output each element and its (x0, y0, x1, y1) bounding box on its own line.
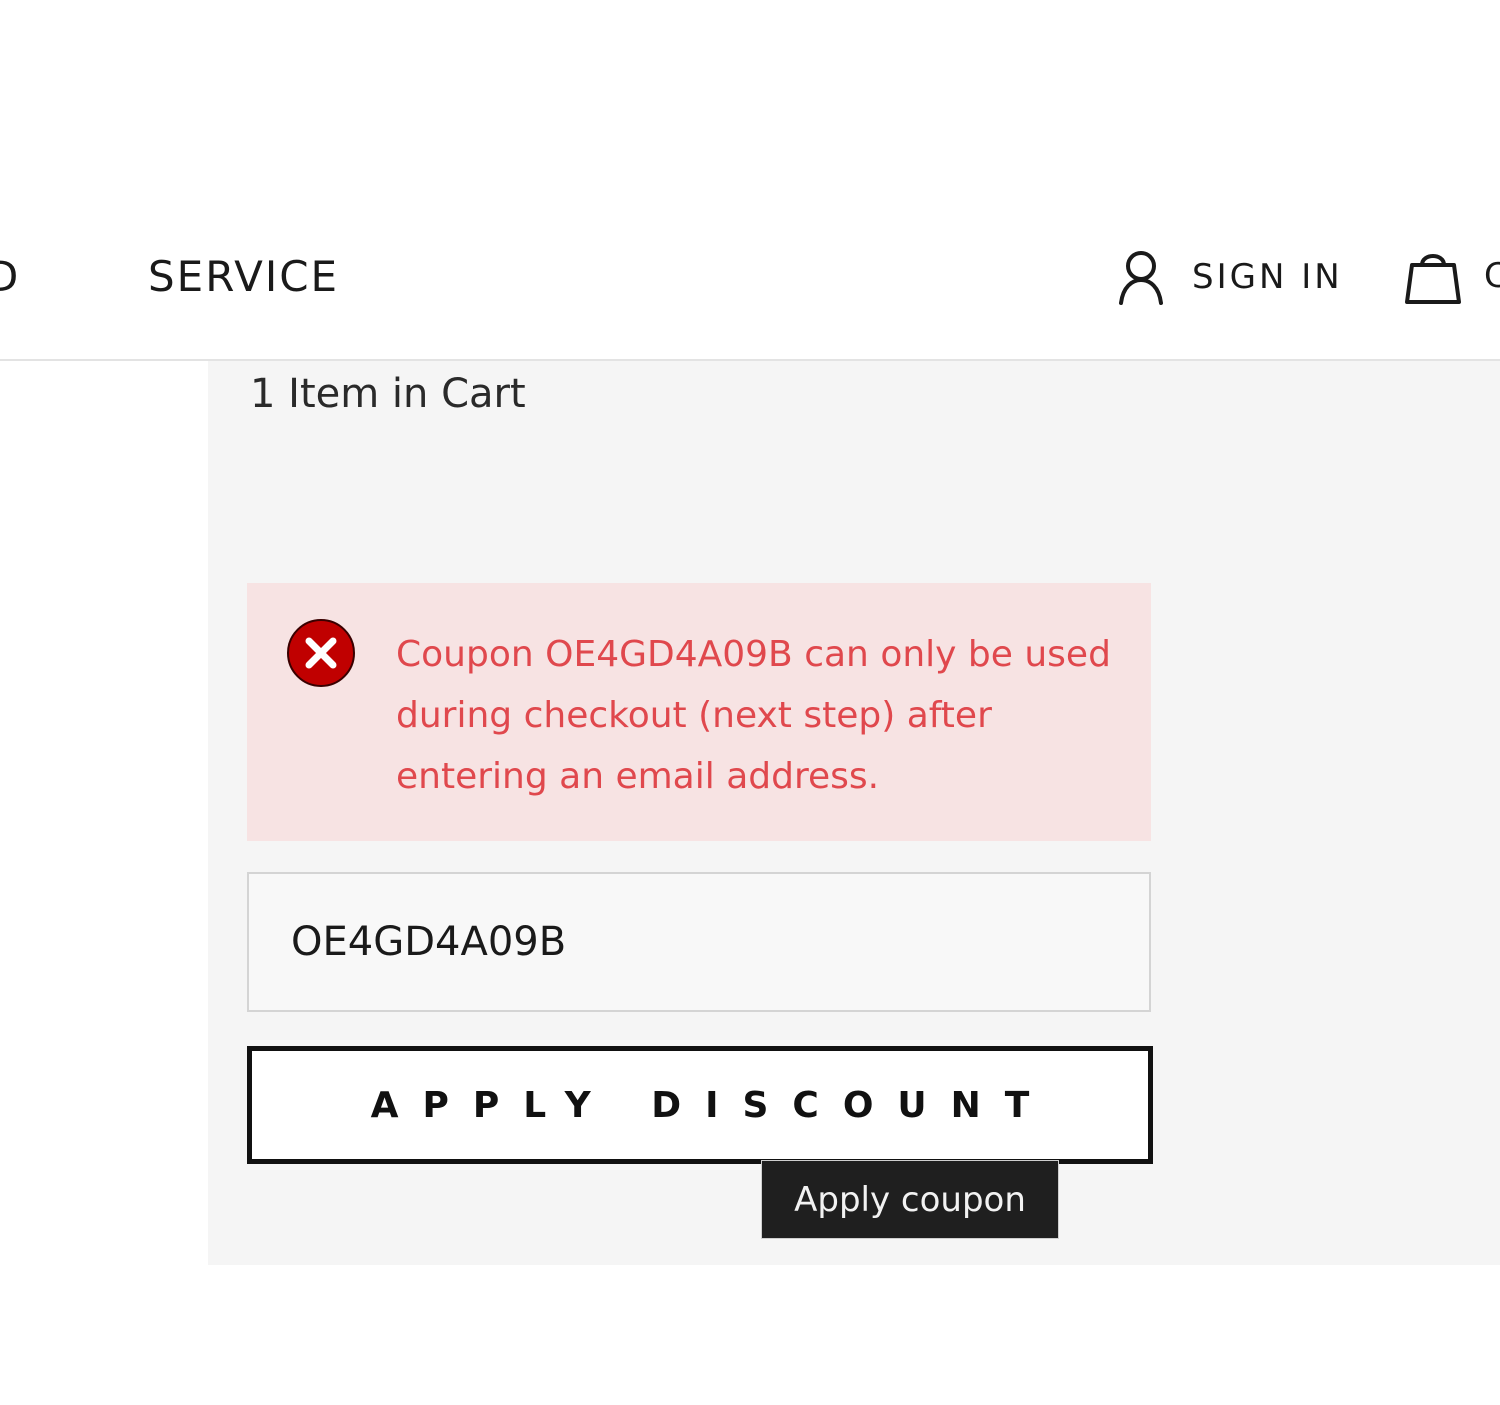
user-icon (1119, 251, 1163, 305)
site-header: D SERVICE SIGN IN C (0, 0, 1500, 361)
coupon-code-input[interactable] (247, 872, 1151, 1012)
sign-in-label: SIGN IN (1192, 257, 1343, 297)
nav-item-partial[interactable]: D (0, 250, 20, 304)
cart-label-partial: C (1484, 256, 1500, 296)
sign-in-link[interactable]: SIGN IN (1118, 248, 1343, 306)
page: D SERVICE SIGN IN C 1 Item in Cart Coupo… (0, 0, 1500, 1405)
nav-item-service[interactable]: SERVICE (148, 250, 339, 304)
mini-cart-link[interactable]: C (1404, 246, 1500, 306)
apply-coupon-tooltip: Apply coupon (762, 1161, 1058, 1238)
apply-discount-button[interactable]: APPLY DISCOUNT (247, 1046, 1153, 1164)
error-message-text: Coupon OE4GD4A09B can only be used durin… (396, 634, 1111, 797)
shopping-bag-icon (1405, 254, 1461, 304)
error-x-icon (287, 619, 355, 687)
cart-item-count: 1 Item in Cart (250, 371, 526, 417)
